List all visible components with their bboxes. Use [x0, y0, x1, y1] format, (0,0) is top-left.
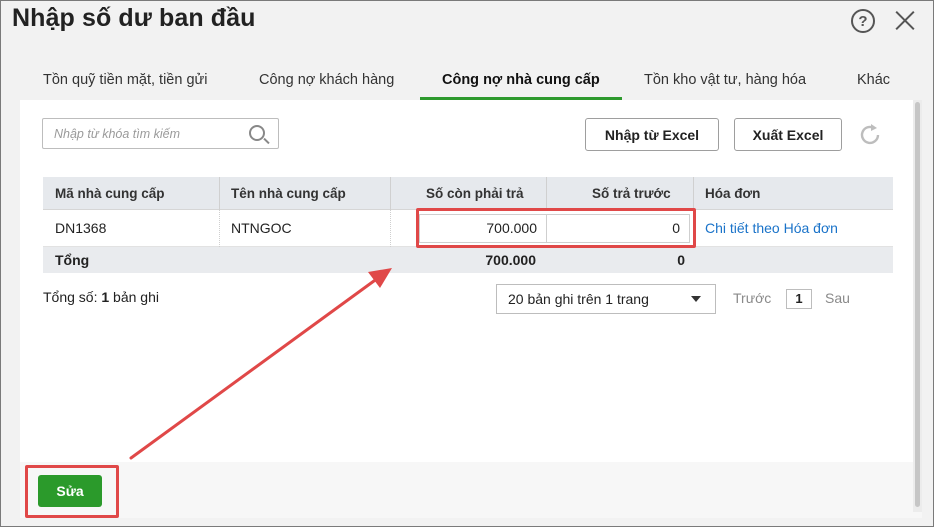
search-icon[interactable] — [249, 125, 265, 141]
column-divider — [219, 177, 220, 210]
pager-current-page[interactable]: 1 — [786, 289, 812, 309]
column-header-prepaid[interactable]: Số trả trước — [592, 177, 671, 210]
help-icon[interactable]: ? — [851, 9, 875, 33]
total-label: Tổng — [55, 252, 90, 268]
column-header-code[interactable]: Mã nhà cung cấp — [55, 177, 165, 210]
total-prepaid: 0 — [677, 252, 685, 268]
cell-divider — [219, 210, 220, 247]
column-header-invoice[interactable]: Hóa đơn — [705, 177, 760, 210]
tab-other[interactable]: Khác — [857, 60, 890, 100]
total-payable: 700.000 — [485, 252, 536, 268]
invoice-detail-link[interactable]: Chi tiết theo Hóa đơn — [705, 210, 838, 247]
search-input[interactable] — [44, 120, 244, 147]
column-header-name[interactable]: Tên nhà cung cấp — [231, 177, 346, 210]
dialog-title: Nhập số dư ban đầu — [12, 4, 256, 32]
tab-inventory[interactable]: Tồn kho vật tư, hàng hóa — [644, 60, 806, 100]
column-divider — [693, 177, 694, 210]
page-size-value: 20 bản ghi trên 1 trang — [508, 291, 649, 307]
page-size-select[interactable]: 20 bản ghi trên 1 trang — [496, 284, 716, 314]
column-divider — [390, 177, 391, 210]
record-count-suffix: bản ghi — [109, 289, 159, 305]
record-count-value: 1 — [101, 289, 110, 305]
pager-prev-button[interactable]: Trước — [733, 290, 771, 306]
tab-content-panel — [20, 100, 922, 462]
tab-bar: Tồn quỹ tiền mặt, tiền gửi Công nợ khách… — [20, 60, 920, 102]
pager-next-button[interactable]: Sau — [825, 290, 850, 306]
edit-button[interactable]: Sửa — [38, 475, 102, 507]
prepaid-amount-input[interactable]: 0 — [546, 214, 690, 243]
scrollbar-thumb[interactable] — [915, 102, 920, 507]
table-row[interactable]: DN1368 NTNGOC 700.000 0 Chi tiết theo Hó… — [43, 210, 893, 247]
column-divider — [546, 177, 547, 210]
import-excel-button[interactable]: Nhập từ Excel — [585, 118, 719, 151]
tab-customer-debt[interactable]: Công nợ khách hàng — [259, 60, 394, 100]
refresh-icon[interactable] — [857, 122, 883, 148]
chevron-down-icon — [691, 296, 701, 302]
tab-cash-deposits[interactable]: Tồn quỹ tiền mặt, tiền gửi — [43, 60, 207, 100]
payable-amount-input[interactable]: 700.000 — [419, 214, 547, 243]
tab-supplier-debt[interactable]: Công nợ nhà cung cấp — [442, 60, 600, 100]
record-count: Tổng số: 1 bản ghi — [43, 289, 159, 305]
cell-divider — [390, 210, 391, 247]
export-excel-button[interactable]: Xuất Excel — [734, 118, 842, 151]
cell-supplier-code: DN1368 — [55, 220, 107, 236]
cell-supplier-name: NTNGOC — [231, 220, 292, 236]
column-header-payable[interactable]: Số còn phải trả — [426, 177, 524, 210]
grid-header: Mã nhà cung cấp Tên nhà cung cấp Số còn … — [43, 177, 893, 210]
dialog-footer — [20, 462, 922, 518]
search-box — [42, 118, 279, 149]
record-count-prefix: Tổng số: — [43, 289, 102, 305]
grid-total-row: Tổng 700.000 0 — [43, 247, 893, 273]
close-icon[interactable] — [893, 7, 917, 33]
